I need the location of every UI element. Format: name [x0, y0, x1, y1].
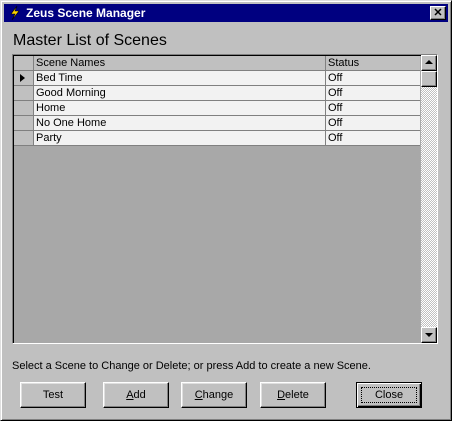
scroll-down-button[interactable]: [421, 327, 437, 343]
row-pointer-icon: [20, 74, 25, 82]
scene-name-cell[interactable]: Good Morning: [34, 86, 326, 101]
delete-button-label: elete: [285, 389, 309, 401]
table-row[interactable]: Good Morning Off: [14, 86, 420, 101]
scene-status-cell[interactable]: Off: [326, 116, 420, 131]
add-accelerator: A: [126, 389, 134, 401]
add-button-label: dd: [133, 389, 146, 401]
test-button-label: Test: [42, 389, 64, 401]
row-selector[interactable]: [14, 86, 34, 101]
table-row[interactable]: No One Home Off: [14, 116, 420, 131]
title-bar[interactable]: Zeus Scene Manager ✕: [4, 4, 448, 22]
arrow-down-icon: [425, 333, 433, 337]
row-selector[interactable]: [14, 116, 34, 131]
scroll-thumb[interactable]: [421, 71, 437, 87]
instruction-text: Select a Scene to Change or Delete; or p…: [12, 360, 371, 372]
change-button[interactable]: Change: [181, 382, 247, 408]
delete-accelerator: D: [277, 389, 286, 401]
row-selector[interactable]: [14, 71, 34, 86]
scroll-up-button[interactable]: [421, 55, 437, 71]
change-button-label: hange: [202, 389, 234, 401]
scene-manager-window: Zeus Scene Manager ✕ Master List of Scen…: [0, 0, 452, 421]
page-title: Master List of Scenes: [13, 32, 167, 49]
test-button[interactable]: Test: [20, 382, 86, 408]
scene-status-cell[interactable]: Off: [326, 86, 420, 101]
lightning-bolt-icon: [10, 5, 20, 21]
scene-status-cell[interactable]: Off: [326, 131, 420, 146]
close-icon: ✕: [433, 7, 443, 19]
row-selector[interactable]: [14, 101, 34, 116]
delete-button[interactable]: Delete: [260, 382, 326, 408]
close-button[interactable]: Close: [356, 382, 422, 408]
scene-name-cell[interactable]: No One Home: [34, 116, 326, 131]
row-selector[interactable]: [14, 131, 34, 146]
scenes-grid[interactable]: Scene Names Status Bed Time Off Good Mor…: [12, 54, 438, 344]
scene-name-cell[interactable]: Party: [34, 131, 326, 146]
arrow-up-icon: [425, 60, 433, 64]
scene-status-cell[interactable]: Off: [326, 71, 420, 86]
scene-name-cell[interactable]: Home: [34, 101, 326, 116]
window-title: Zeus Scene Manager: [26, 6, 146, 20]
change-accelerator: C: [194, 389, 203, 401]
scene-status-cell[interactable]: Off: [326, 101, 420, 116]
add-button[interactable]: Add: [103, 382, 169, 408]
column-header-scene-names[interactable]: Scene Names: [34, 56, 326, 71]
focus-rect: [361, 387, 417, 403]
vertical-scrollbar[interactable]: [421, 55, 437, 343]
scene-name-cell[interactable]: Bed Time: [34, 71, 326, 86]
table-row[interactable]: Bed Time Off: [14, 71, 420, 86]
grid-header-row: Scene Names Status: [14, 56, 420, 71]
column-header-status[interactable]: Status: [326, 56, 420, 71]
grid-corner: [14, 56, 34, 71]
close-window-button[interactable]: ✕: [430, 6, 446, 20]
table-row[interactable]: Party Off: [14, 131, 420, 146]
table-row[interactable]: Home Off: [14, 101, 420, 116]
